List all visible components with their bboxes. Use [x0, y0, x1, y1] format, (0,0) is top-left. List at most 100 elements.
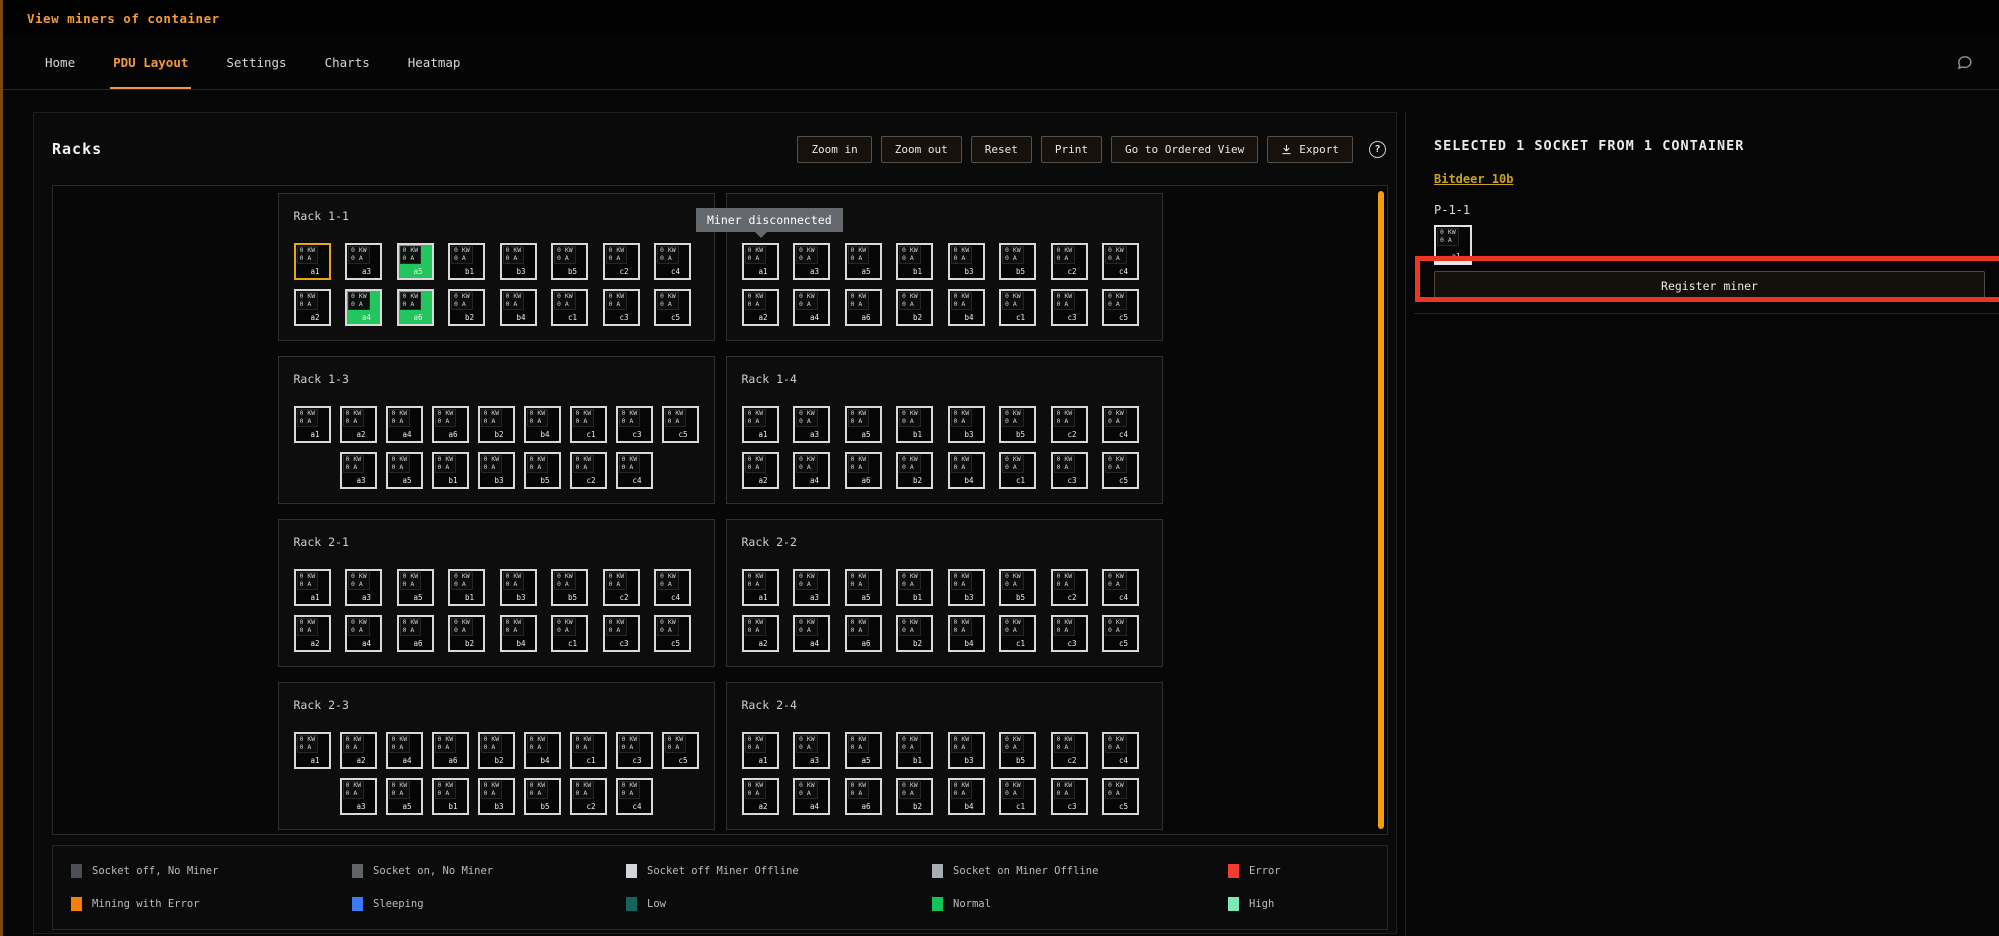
socket-a2[interactable]: 0 KW0 Aa2	[340, 732, 377, 769]
socket-a6[interactable]: 0 KW0 Aa6	[432, 732, 469, 769]
selected-socket-thumbnail[interactable]: 0 KW 0 A a1	[1434, 225, 1472, 265]
socket-b4[interactable]: 0 KW0 Ab4	[948, 615, 985, 652]
socket-c1[interactable]: 0 KW0 Ac1	[551, 289, 588, 326]
socket-c1[interactable]: 0 KW0 Ac1	[999, 615, 1036, 652]
socket-a1[interactable]: 0 KW0 Aa1	[294, 243, 331, 280]
tab-pdu-layout[interactable]: PDU Layout	[113, 36, 188, 89]
socket-a5[interactable]: 0 KW0 Aa5	[397, 243, 434, 280]
socket-a5[interactable]: 0 KW0 Aa5	[845, 406, 882, 443]
tab-heatmap[interactable]: Heatmap	[408, 36, 461, 89]
print-button[interactable]: Print	[1041, 136, 1102, 163]
socket-a3[interactable]: 0 KW0 Aa3	[340, 778, 377, 815]
socket-c3[interactable]: 0 KW0 Ac3	[1051, 452, 1088, 489]
socket-b5[interactable]: 0 KW0 Ab5	[999, 406, 1036, 443]
socket-b1[interactable]: 0 KW0 Ab1	[896, 406, 933, 443]
socket-a1[interactable]: 0 KW0 Aa1	[294, 569, 331, 606]
socket-c2[interactable]: 0 KW0 Ac2	[1051, 243, 1088, 280]
socket-b3[interactable]: 0 KW0 Ab3	[948, 732, 985, 769]
socket-c4[interactable]: 0 KW0 Ac4	[654, 243, 691, 280]
socket-b3[interactable]: 0 KW0 Ab3	[500, 569, 537, 606]
socket-c1[interactable]: 0 KW0 Ac1	[999, 778, 1036, 815]
socket-a3[interactable]: 0 KW0 Aa3	[345, 243, 382, 280]
socket-a4[interactable]: 0 KW0 Aa4	[793, 289, 830, 326]
socket-c4[interactable]: 0 KW0 Ac4	[616, 452, 653, 489]
socket-b2[interactable]: 0 KW0 Ab2	[478, 406, 515, 443]
socket-c4[interactable]: 0 KW0 Ac4	[654, 569, 691, 606]
socket-c2[interactable]: 0 KW0 Ac2	[1051, 732, 1088, 769]
tab-home[interactable]: Home	[45, 36, 75, 89]
socket-a5[interactable]: 0 KW0 Aa5	[845, 569, 882, 606]
socket-a2[interactable]: 0 KW0 Aa2	[294, 615, 331, 652]
socket-c1[interactable]: 0 KW0 Ac1	[570, 406, 607, 443]
socket-a5[interactable]: 0 KW0 Aa5	[397, 569, 434, 606]
socket-c3[interactable]: 0 KW0 Ac3	[1051, 778, 1088, 815]
socket-c2[interactable]: 0 KW0 Ac2	[570, 452, 607, 489]
socket-b1[interactable]: 0 KW0 Ab1	[896, 569, 933, 606]
socket-c3[interactable]: 0 KW0 Ac3	[1051, 615, 1088, 652]
socket-b3[interactable]: 0 KW0 Ab3	[948, 569, 985, 606]
socket-b5[interactable]: 0 KW0 Ab5	[551, 243, 588, 280]
socket-a6[interactable]: 0 KW0 Aa6	[845, 778, 882, 815]
zoom-out-button[interactable]: Zoom out	[881, 136, 962, 163]
chat-bubble-icon[interactable]	[1956, 54, 1973, 71]
socket-a2[interactable]: 0 KW0 Aa2	[294, 289, 331, 326]
socket-a6[interactable]: 0 KW0 Aa6	[397, 615, 434, 652]
socket-c4[interactable]: 0 KW0 Ac4	[1102, 732, 1139, 769]
socket-a3[interactable]: 0 KW0 Aa3	[793, 569, 830, 606]
socket-a1[interactable]: 0 KW0 Aa1	[294, 406, 331, 443]
socket-a3[interactable]: 0 KW0 Aa3	[345, 569, 382, 606]
socket-c2[interactable]: 0 KW0 Ac2	[1051, 406, 1088, 443]
socket-b4[interactable]: 0 KW0 Ab4	[524, 406, 561, 443]
socket-b1[interactable]: 0 KW0 Ab1	[448, 569, 485, 606]
socket-a2[interactable]: 0 KW0 Aa2	[340, 406, 377, 443]
socket-c5[interactable]: 0 KW0 Ac5	[654, 289, 691, 326]
socket-a6[interactable]: 0 KW0 Aa6	[845, 452, 882, 489]
socket-b2[interactable]: 0 KW0 Ab2	[896, 452, 933, 489]
socket-a4[interactable]: 0 KW0 Aa4	[386, 406, 423, 443]
socket-a3[interactable]: 0 KW0 Aa3	[793, 732, 830, 769]
zoom-in-button[interactable]: Zoom in	[797, 136, 871, 163]
socket-c5[interactable]: 0 KW0 Ac5	[1102, 615, 1139, 652]
vertical-scrollbar[interactable]	[1378, 191, 1384, 829]
socket-a2[interactable]: 0 KW0 Aa2	[742, 615, 779, 652]
socket-a2[interactable]: 0 KW0 Aa2	[742, 452, 779, 489]
socket-b5[interactable]: 0 KW0 Ab5	[524, 778, 561, 815]
socket-c4[interactable]: 0 KW0 Ac4	[616, 778, 653, 815]
socket-c1[interactable]: 0 KW0 Ac1	[999, 452, 1036, 489]
socket-b4[interactable]: 0 KW0 Ab4	[948, 452, 985, 489]
socket-a6[interactable]: 0 KW0 Aa6	[397, 289, 434, 326]
socket-b5[interactable]: 0 KW0 Ab5	[999, 243, 1036, 280]
socket-b5[interactable]: 0 KW0 Ab5	[999, 569, 1036, 606]
socket-c1[interactable]: 0 KW0 Ac1	[551, 615, 588, 652]
socket-b3[interactable]: 0 KW0 Ab3	[478, 778, 515, 815]
socket-a6[interactable]: 0 KW0 Aa6	[845, 289, 882, 326]
socket-a6[interactable]: 0 KW0 Aa6	[432, 406, 469, 443]
socket-b1[interactable]: 0 KW0 Ab1	[896, 732, 933, 769]
socket-b2[interactable]: 0 KW0 Ab2	[896, 615, 933, 652]
socket-b1[interactable]: 0 KW0 Ab1	[432, 778, 469, 815]
socket-c4[interactable]: 0 KW0 Ac4	[1102, 569, 1139, 606]
socket-b3[interactable]: 0 KW0 Ab3	[500, 243, 537, 280]
socket-c5[interactable]: 0 KW0 Ac5	[662, 406, 699, 443]
socket-b3[interactable]: 0 KW0 Ab3	[478, 452, 515, 489]
socket-c2[interactable]: 0 KW0 Ac2	[603, 243, 640, 280]
socket-a2[interactable]: 0 KW0 Aa2	[742, 289, 779, 326]
socket-a6[interactable]: 0 KW0 Aa6	[845, 615, 882, 652]
socket-c5[interactable]: 0 KW0 Ac5	[1102, 778, 1139, 815]
socket-c5[interactable]: 0 KW0 Ac5	[1102, 289, 1139, 326]
socket-b1[interactable]: 0 KW0 Ab1	[448, 243, 485, 280]
socket-a4[interactable]: 0 KW0 Aa4	[793, 778, 830, 815]
socket-a4[interactable]: 0 KW0 Aa4	[345, 289, 382, 326]
export-button[interactable]: Export	[1267, 136, 1353, 163]
socket-c3[interactable]: 0 KW0 Ac3	[603, 289, 640, 326]
socket-b5[interactable]: 0 KW0 Ab5	[524, 452, 561, 489]
register-miner-button[interactable]: Register miner	[1434, 271, 1985, 301]
socket-c3[interactable]: 0 KW0 Ac3	[603, 615, 640, 652]
socket-a5[interactable]: 0 KW0 Aa5	[845, 243, 882, 280]
socket-b1[interactable]: 0 KW0 Ab1	[432, 452, 469, 489]
socket-a5[interactable]: 0 KW0 Aa5	[386, 452, 423, 489]
socket-c5[interactable]: 0 KW0 Ac5	[1102, 452, 1139, 489]
socket-b4[interactable]: 0 KW0 Ab4	[948, 778, 985, 815]
socket-c3[interactable]: 0 KW0 Ac3	[616, 406, 653, 443]
socket-c1[interactable]: 0 KW0 Ac1	[999, 289, 1036, 326]
